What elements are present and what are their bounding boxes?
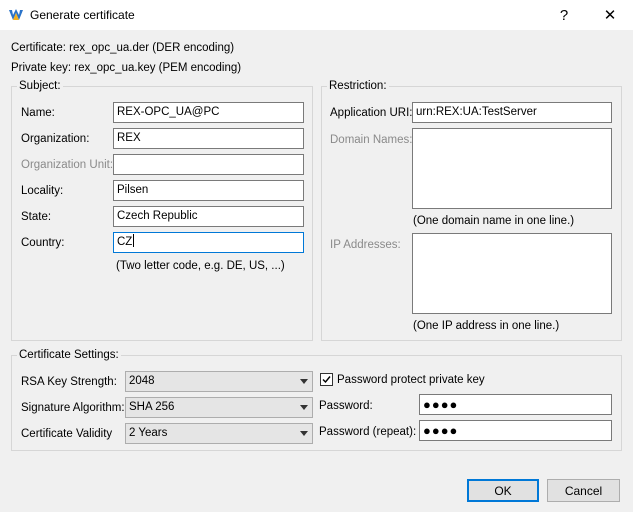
password-input[interactable]: ●●●● [419,394,612,415]
app-uri-label: Application URI: [330,107,413,119]
country-input[interactable]: CZ [113,232,304,253]
locality-label: Locality: [21,185,64,197]
restriction-legend: Restriction: [327,79,389,93]
domain-names-hint: (One domain name in one line.) [413,215,575,227]
ip-addresses-textarea[interactable] [412,233,612,314]
checkmark-icon [322,376,331,384]
domain-names-label: Domain Names: [330,134,413,146]
signature-algorithm-label: Signature Algorithm: [21,402,125,414]
locality-input[interactable]: Pilsen [113,180,304,201]
rsa-strength-label: RSA Key Strength: [21,376,117,388]
country-label: Country: [21,237,65,249]
country-value: CZ [117,236,133,248]
password-masked-value: ●●●● [423,397,459,412]
chevron-down-icon [300,379,308,384]
signature-algorithm-value: SHA 256 [129,401,175,413]
cancel-button[interactable]: Cancel [547,479,620,502]
domain-names-textarea[interactable] [412,128,612,209]
password-protect-checkbox[interactable] [320,373,333,386]
rsa-strength-select[interactable]: 2048 [125,371,313,392]
help-button[interactable]: ? [541,0,587,30]
private-key-info: Private key: rex_opc_ua.key (PEM encodin… [11,62,242,74]
password-repeat-input[interactable]: ●●●● [419,420,612,441]
title-bar: Generate certificate ? ✕ [0,0,633,30]
ok-button[interactable]: OK [467,479,539,502]
settings-legend: Certificate Settings: [17,348,121,362]
app-uri-input[interactable]: urn:REX:UA:TestServer [412,102,612,123]
window-title: Generate certificate [30,8,135,22]
certificate-validity-select[interactable]: 2 Years [125,423,313,444]
app-logo-icon [8,7,24,23]
password-label: Password: [319,400,373,412]
subject-legend: Subject: [17,79,63,93]
password-repeat-masked-value: ●●●● [423,423,459,438]
chevron-down-icon [300,431,308,436]
signature-algorithm-select[interactable]: SHA 256 [125,397,313,418]
org-unit-label: Organization Unit: [21,159,114,171]
close-button[interactable]: ✕ [587,0,633,30]
organization-input[interactable]: REX [113,128,304,149]
org-unit-input[interactable] [113,154,304,175]
name-label: Name: [21,107,55,119]
chevron-down-icon [300,405,308,410]
text-caret [133,234,135,247]
name-input[interactable]: REX-OPC_UA@PC [113,102,304,123]
country-hint: (Two letter code, e.g. DE, US, ...) [116,260,285,272]
state-input[interactable]: Czech Republic [113,206,304,227]
certificate-info: Certificate: rex_opc_ua.der (DER encodin… [11,42,235,54]
state-label: State: [21,211,52,223]
rsa-strength-value: 2048 [129,375,155,387]
ip-addresses-hint: (One IP address in one line.) [413,320,560,332]
certificate-validity-label: Certificate Validity [21,428,113,440]
password-repeat-label: Password (repeat): [319,426,417,438]
organization-label: Organization: [21,133,90,145]
ip-addresses-label: IP Addresses: [330,239,401,251]
certificate-validity-value: 2 Years [129,427,168,439]
password-protect-label: Password protect private key [337,374,485,386]
